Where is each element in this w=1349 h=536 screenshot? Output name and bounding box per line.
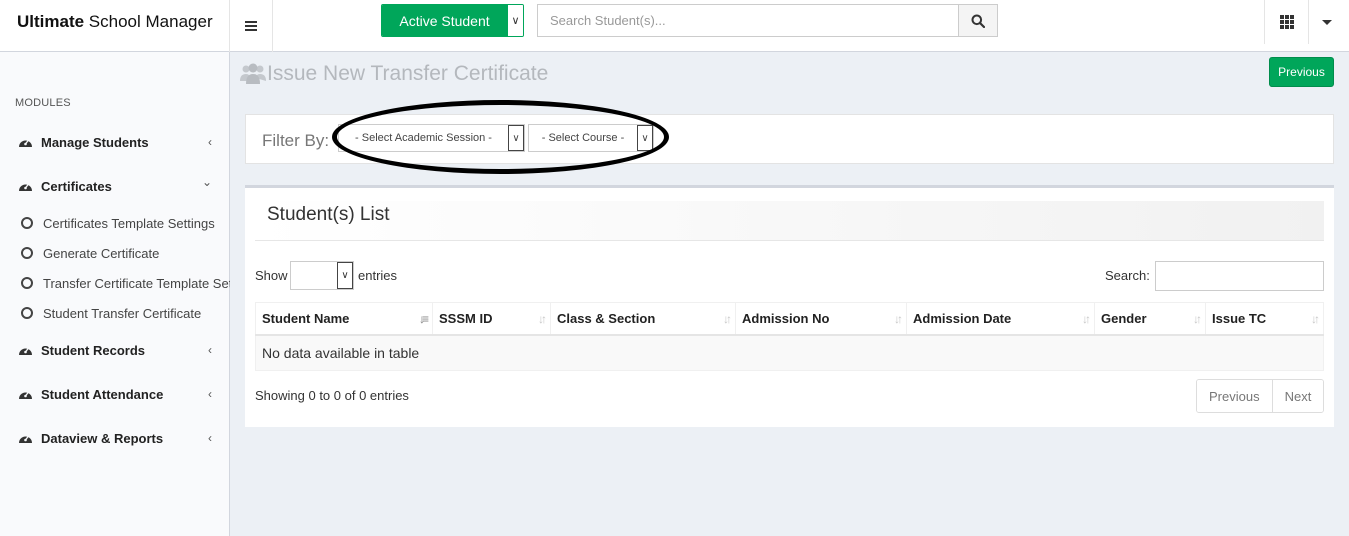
search-button[interactable] (958, 5, 997, 36)
student-search-input[interactable] (538, 5, 958, 36)
circle-icon (21, 217, 33, 229)
sidebar-subitem-label: Certificates Template Settings (43, 215, 215, 231)
chevron-down-icon: ∨ (337, 262, 353, 289)
column-header-class-section[interactable]: Class & Section ↓↑ (550, 302, 736, 336)
course-select[interactable]: - Select Course - ∨ (528, 124, 654, 152)
dashboard-icon (19, 347, 32, 355)
chevron-left-icon: ‹ (208, 431, 212, 445)
sidebar-subitem-generate-certificate[interactable]: Generate Certificate (0, 239, 230, 267)
circle-icon (21, 307, 33, 319)
sidebar-item-student-attendance[interactable]: Student Attendance ‹ (0, 379, 230, 409)
brand-logo[interactable]: Ultimate School Manager (0, 0, 230, 52)
table-row: No data available in table (255, 334, 1324, 371)
hamburger-icon (245, 25, 257, 27)
column-header-admission-no[interactable]: Admission No ↓↑ (735, 302, 907, 336)
brand-name-rest: School Manager (84, 12, 213, 31)
student-list-panel: Student(s) List Show ∨ entries Search: S… (245, 185, 1334, 427)
active-student-label[interactable]: Active Student (382, 5, 507, 36)
sidebar-item-manage-students[interactable]: Manage Students ‹ (0, 127, 230, 157)
page-title-text: Issue New Transfer Certificate (267, 62, 549, 85)
chevron-down-icon[interactable]: ∨ (507, 5, 523, 36)
sidebar-subitem-transfer-certificate-template[interactable]: Transfer Certificate Template Settings (0, 269, 230, 297)
sort-icon: ↓↑ (894, 312, 903, 326)
sort-asc-icon: ↓≡ (418, 312, 429, 326)
sort-icon: ↓↑ (538, 312, 547, 326)
chevron-left-icon: ‹ (208, 135, 212, 149)
entries-length-value (291, 262, 337, 289)
chevron-down-icon: ∨ (508, 125, 524, 151)
academic-session-select[interactable]: - Select Academic Session - ∨ (338, 124, 525, 152)
column-header-issue-tc[interactable]: Issue TC ↓↑ (1205, 302, 1324, 336)
students-table: Student Name ↓≡ SSSM ID ↓↑ Class & Section… (255, 302, 1324, 371)
sort-icon: ↓↑ (1193, 312, 1202, 326)
apps-menu-button[interactable] (1264, 0, 1309, 44)
show-label: Show (255, 268, 288, 283)
dashboard-icon (19, 139, 32, 147)
previous-button[interactable]: Previous (1269, 57, 1334, 87)
sort-icon: ↓↑ (1082, 312, 1091, 326)
dashboard-icon (19, 435, 32, 443)
sidebar-section-label: MODULES (15, 97, 71, 109)
sidebar: MODULES Manage Students ‹ Certificates ⌄… (0, 52, 230, 536)
page-title: Issue New Transfer Certificate (240, 62, 548, 86)
grid-icon (1279, 15, 1294, 29)
sidebar-item-dataview-reports[interactable]: Dataview & Reports ‹ (0, 423, 230, 453)
sidebar-item-student-records[interactable]: Student Records ‹ (0, 335, 230, 365)
dashboard-icon (19, 183, 32, 191)
filter-label: Filter By: (262, 131, 330, 150)
empty-table-message: No data available in table (255, 334, 1324, 371)
column-header-gender[interactable]: Gender ↓↑ (1094, 302, 1206, 336)
pagination: Previous Next (1196, 379, 1325, 413)
table-search-input[interactable] (1155, 261, 1324, 291)
sidebar-item-label: Student Attendance (41, 386, 164, 402)
sidebar-item-label: Certificates (41, 178, 112, 194)
filter-panel: Filter By: - Select Academic Session - ∨… (245, 114, 1334, 164)
sidebar-subitem-student-transfer-certificate[interactable]: Student Transfer Certificate (0, 299, 230, 327)
sort-icon: ↓↑ (1311, 312, 1320, 326)
entries-label: entries (358, 268, 398, 283)
academic-session-value: - Select Academic Session - (355, 132, 492, 144)
sort-icon: ↓↑ (723, 312, 732, 326)
chevron-down-icon: ⌄ (201, 175, 212, 189)
sidebar-item-label: Manage Students (41, 134, 149, 150)
active-student-button[interactable]: Active Student ∨ (381, 4, 524, 37)
sidebar-item-label: Student Records (41, 342, 146, 358)
sidebar-subitem-label: Transfer Certificate Template Settings (43, 275, 230, 291)
student-search (537, 4, 998, 37)
entries-length-select[interactable]: ∨ (290, 261, 354, 290)
brand-name-bold: Ultimate (17, 12, 85, 31)
sidebar-subitem-label: Generate Certificate (43, 245, 160, 261)
top-navbar: Ultimate School Manager Active Student ∨ (0, 0, 1349, 52)
sidebar-item-label: Dataview & Reports (41, 430, 164, 446)
sidebar-subitem-label: Student Transfer Certificate (43, 305, 202, 321)
sidebar-subitem-certificates-template-settings[interactable]: Certificates Template Settings (0, 209, 230, 237)
circle-icon (21, 247, 33, 259)
chevron-left-icon: ‹ (208, 387, 212, 401)
search-icon (971, 14, 985, 28)
table-info: Showing 0 to 0 of 0 entries (255, 388, 409, 403)
circle-icon (21, 277, 33, 289)
pagination-previous-button[interactable]: Previous (1197, 380, 1272, 412)
column-header-admission-date[interactable]: Admission Date ↓↑ (906, 302, 1095, 336)
sidebar-item-certificates[interactable]: Certificates ⌄ (0, 171, 230, 201)
users-icon (240, 63, 266, 84)
course-value: - Select Course - (541, 132, 625, 144)
dashboard-icon (19, 391, 32, 399)
column-header-student-name[interactable]: Student Name ↓≡ (255, 302, 433, 336)
table-search-label: Search: (1105, 268, 1150, 283)
chevron-left-icon: ‹ (208, 343, 212, 357)
chevron-down-icon: ∨ (637, 125, 653, 151)
list-title: Student(s) List (267, 204, 390, 225)
pagination-next-button[interactable]: Next (1271, 380, 1324, 412)
list-header: Student(s) List (255, 201, 1324, 241)
sidebar-toggle-button[interactable] (230, 0, 273, 52)
column-header-sssm-id[interactable]: SSSM ID ↓↑ (432, 302, 551, 336)
caret-down-icon[interactable] (1322, 20, 1332, 25)
